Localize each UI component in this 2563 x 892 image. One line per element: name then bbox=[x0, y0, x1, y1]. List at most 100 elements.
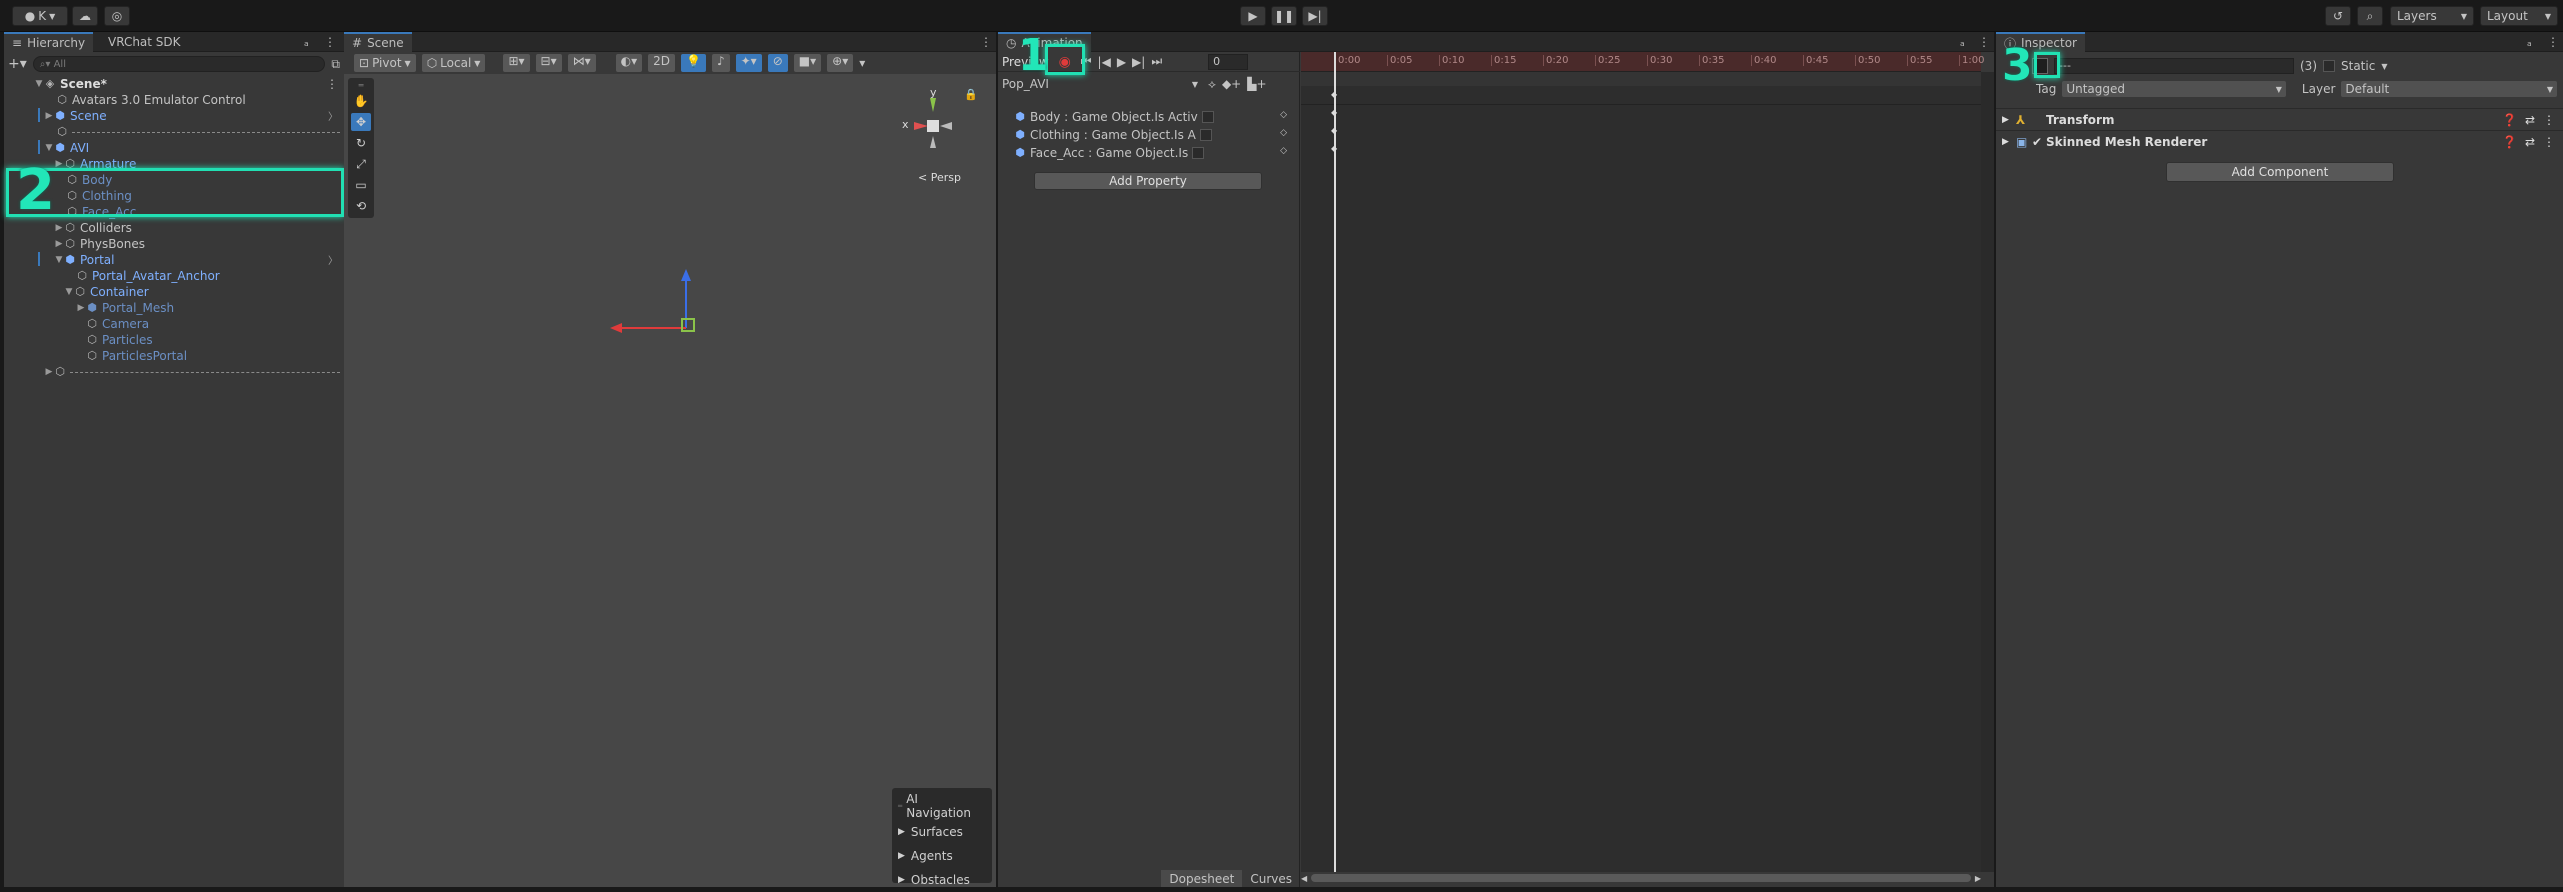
hierarchy-item-emulator[interactable]: ⬡ Avatars 3.0 Emulator Control bbox=[56, 92, 245, 108]
static-checkbox[interactable] bbox=[2323, 60, 2335, 72]
move-tool-icon[interactable]: ✥ bbox=[351, 113, 371, 131]
local-dropdown[interactable]: ⬡ Local ▼ bbox=[421, 54, 486, 72]
tab-vrchat-sdk[interactable]: VRChat SDK bbox=[100, 32, 189, 52]
keyframe-diamond-icon[interactable]: ◆ bbox=[1331, 108, 1337, 117]
more-icon[interactable]: ⋮ bbox=[2543, 32, 2563, 52]
keyframe-diamond-icon[interactable]: ◇ bbox=[1280, 146, 1287, 156]
grid-snap-button[interactable]: ⊞▾ bbox=[503, 54, 530, 72]
more-icon[interactable]: ▾ bbox=[859, 56, 865, 70]
add-icon[interactable]: +▾ bbox=[8, 56, 27, 72]
play-button[interactable]: ▶ bbox=[1240, 6, 1266, 26]
add-keyframe-icon[interactable]: ◆+ bbox=[1222, 77, 1241, 91]
help-icon[interactable]: ❓ bbox=[2502, 135, 2517, 149]
more-icon[interactable]: ⋮ bbox=[2543, 113, 2555, 127]
visibility-toggle[interactable]: ⊘ bbox=[767, 54, 788, 72]
more-icon[interactable]: ⋮ bbox=[1974, 32, 1994, 52]
orientation-gizmo[interactable]: y x 🔒 bbox=[900, 86, 980, 170]
step-button[interactable]: ▶| bbox=[1302, 6, 1328, 26]
prev-frame-icon[interactable]: |◀ bbox=[1098, 55, 1111, 69]
lock-icon[interactable]: ₐ bbox=[1956, 32, 1969, 52]
lock-icon[interactable]: 🔒 bbox=[964, 88, 978, 101]
enabled-checkbox[interactable]: ✔ bbox=[2032, 135, 2046, 149]
layout-dropdown[interactable]: Layout ▼ bbox=[2480, 6, 2558, 26]
tab-scene[interactable]: # Scene bbox=[344, 32, 412, 52]
lighting-toggle[interactable]: 💡 bbox=[681, 54, 706, 72]
hierarchy-item-particles-portal[interactable]: ⬡ ParticlesPortal bbox=[86, 348, 187, 364]
search-button[interactable]: ⌕ bbox=[2357, 6, 2383, 26]
hierarchy-item-portal-mesh[interactable]: ▶ ⬢ Portal_Mesh bbox=[76, 300, 175, 316]
filter-icon[interactable]: ⧉ bbox=[331, 57, 340, 72]
more-icon[interactable]: ⋮ bbox=[320, 32, 340, 52]
tab-hierarchy[interactable]: ≡ Hierarchy bbox=[4, 32, 94, 52]
keyframe-diamond-icon[interactable]: ◇ bbox=[1280, 110, 1287, 120]
cloud-button[interactable]: ☁ bbox=[72, 6, 98, 26]
scale-tool-icon[interactable]: ⤢ bbox=[351, 155, 371, 173]
tab-curves[interactable]: Curves bbox=[1242, 870, 1300, 887]
hierarchy-item-portal[interactable]: ▼ ⬢ Portal bbox=[54, 252, 115, 268]
timeline-horizontal-scrollbar[interactable]: ◀ ▶ bbox=[1301, 872, 1981, 884]
lock-icon[interactable]: ₐ bbox=[2523, 32, 2536, 52]
next-frame-icon[interactable]: ▶| bbox=[1132, 55, 1145, 69]
more-icon[interactable]: ⋮ bbox=[2543, 135, 2555, 149]
keyframe-diamond-icon[interactable]: ◇ bbox=[1280, 128, 1287, 138]
effects-toggle[interactable]: ✦▾ bbox=[735, 54, 762, 72]
toggle-2d-button[interactable]: 2D bbox=[648, 54, 675, 72]
increment-snap-button[interactable]: ⊟▾ bbox=[535, 54, 562, 72]
property-toggle[interactable] bbox=[1201, 111, 1214, 123]
add-component-button[interactable]: Add Component bbox=[2166, 162, 2394, 182]
hierarchy-item-container[interactable]: ▼ ⬡ Container bbox=[64, 284, 149, 300]
keyframe-diamond-icon[interactable]: ◆ bbox=[1331, 90, 1337, 99]
scrollbar-thumb[interactable] bbox=[1311, 874, 1971, 882]
property-row-clothing[interactable]: ⬢ Clothing : Game Object.Is A bbox=[1014, 126, 1212, 144]
hierarchy-item-scene-root[interactable]: ▼ ◈ Scene* bbox=[34, 76, 107, 92]
hierarchy-item-avi[interactable]: ▼ ⬢ AVI bbox=[44, 140, 90, 156]
keyframe-filter-icon[interactable]: ⟡ bbox=[1208, 77, 1216, 92]
playhead[interactable] bbox=[1334, 52, 1336, 872]
audio-toggle[interactable]: ♪ bbox=[711, 54, 730, 72]
align-button[interactable]: ⋈▾ bbox=[567, 54, 596, 72]
add-property-button[interactable]: Add Property bbox=[1034, 172, 1262, 190]
preset-icon[interactable]: ⇄ bbox=[2525, 135, 2535, 149]
property-row-body[interactable]: ⬢ Body : Game Object.Is Activ bbox=[1014, 108, 1214, 126]
ai-nav-agents[interactable]: ▶ Agents bbox=[898, 844, 986, 868]
component-skinned-mesh-renderer[interactable]: ▶ ▣ ✔ Skinned Mesh Renderer ❓ ⇄ ⋮ bbox=[1996, 130, 2563, 152]
projection-label[interactable]: < Persp bbox=[918, 171, 961, 184]
hand-tool-icon[interactable]: ✋ bbox=[351, 92, 371, 110]
history-button[interactable]: ↺ bbox=[2325, 6, 2351, 26]
collab-button[interactable]: ◎ bbox=[104, 6, 130, 26]
camera-dropdown[interactable]: ■▾ bbox=[793, 54, 822, 72]
hierarchy-item-scene[interactable]: ▶ ⬢ Scene bbox=[44, 108, 107, 124]
component-transform[interactable]: ▶ ⅄ Transform ❓ ⇄ ⋮ bbox=[1996, 108, 2563, 130]
pause-button[interactable]: ❚❚ bbox=[1271, 6, 1297, 26]
event-row[interactable] bbox=[1301, 72, 1981, 86]
layers-dropdown[interactable]: Layers ▼ bbox=[2390, 6, 2474, 26]
rect-tool-icon[interactable]: ▭ bbox=[351, 176, 371, 194]
property-toggle[interactable] bbox=[1192, 147, 1205, 159]
more-icon[interactable]: ⋮ bbox=[326, 77, 338, 91]
pivot-dropdown[interactable]: ⊡ Pivot ▼ bbox=[354, 54, 416, 72]
gizmos-dropdown[interactable]: ⊕▾ bbox=[827, 54, 854, 72]
drag-handle-icon[interactable]: ═ bbox=[351, 81, 371, 90]
rotate-tool-icon[interactable]: ↻ bbox=[351, 134, 371, 152]
more-icon[interactable]: ⋮ bbox=[976, 32, 996, 52]
lock-icon[interactable]: ₐ bbox=[300, 32, 313, 52]
ai-nav-surfaces[interactable]: ▶ Surfaces bbox=[898, 820, 986, 844]
object-name-field[interactable]: --- bbox=[2054, 58, 2294, 74]
hierarchy-item-particles[interactable]: ⬡ Particles bbox=[86, 332, 152, 348]
frame-field[interactable]: 0 bbox=[1208, 53, 1249, 70]
timeline-vertical-scrollbar[interactable] bbox=[1981, 72, 1994, 872]
keyframe-diamond-icon[interactable]: ◆ bbox=[1331, 144, 1337, 153]
tag-dropdown[interactable]: Untagged ▼ bbox=[2062, 81, 2286, 97]
keyframe-diamond-icon[interactable]: ◆ bbox=[1331, 126, 1337, 135]
timeline-ruler[interactable]: 0:00 0:05 0:10 0:15 0:20 0:25 0:30 0:35 0:40 0:45… bbox=[1301, 52, 1984, 72]
help-icon[interactable]: ❓ bbox=[2502, 113, 2517, 127]
hierarchy-separator[interactable]: ▶ ⬡ bbox=[44, 364, 340, 380]
account-button[interactable]: ● K ▼ bbox=[12, 6, 68, 26]
hierarchy-separator[interactable]: ⬡ bbox=[56, 124, 340, 140]
play-icon[interactable]: ▶ bbox=[1117, 55, 1126, 69]
tab-dopesheet[interactable]: Dopesheet bbox=[1161, 870, 1243, 887]
last-frame-icon[interactable]: ⏭ bbox=[1151, 54, 1162, 69]
chevron-down-icon[interactable]: ▼ bbox=[2381, 62, 2387, 71]
hierarchy-item-colliders[interactable]: ▶ ⬡ Colliders bbox=[54, 220, 132, 236]
add-event-icon[interactable]: ▙+ bbox=[1247, 77, 1266, 91]
